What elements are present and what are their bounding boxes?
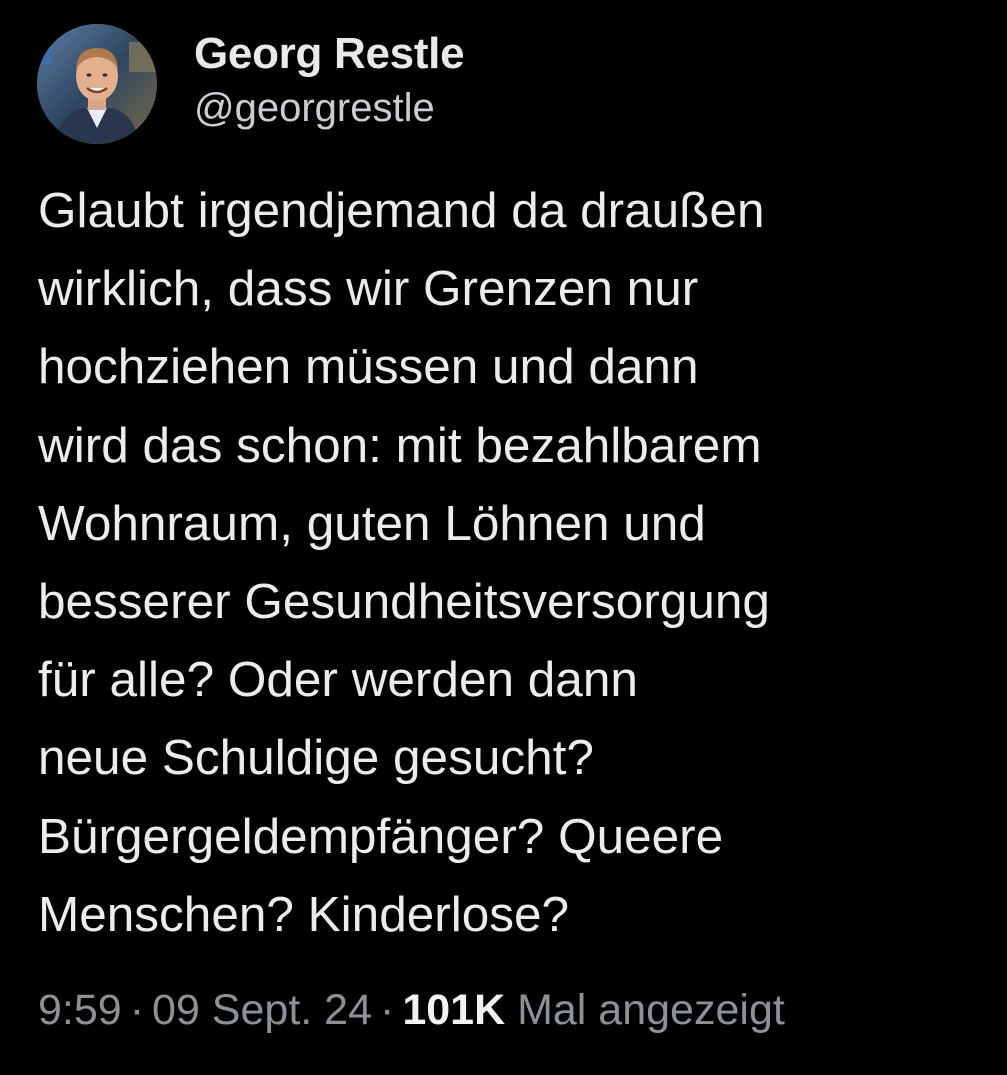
views-label: Mal angezeigt: [517, 986, 785, 1034]
author-display-name[interactable]: Georg Restle: [194, 28, 465, 80]
tweet-header: Georg Restle @georgrestle: [37, 24, 465, 148]
tweet-time[interactable]: 9:59: [38, 986, 122, 1034]
views-count[interactable]: 101K: [402, 986, 505, 1034]
avatar[interactable]: [37, 24, 157, 144]
author-names: Georg Restle @georgrestle: [194, 28, 465, 134]
profile-photo-icon: [37, 24, 157, 144]
tweet-card: Georg Restle @georgrestle Glaubt irgendj…: [0, 0, 1007, 1075]
tweet-meta: 9:59 · 09 Sept. 24 · 101K Mal angezeigt: [38, 980, 785, 1040]
author-handle[interactable]: @georgrestle: [194, 82, 464, 134]
tweet-text: Glaubt irgendjemand da draußen wirklich,…: [38, 183, 770, 942]
meta-separator: ·: [129, 986, 145, 1034]
tweet-date[interactable]: 09 Sept. 24: [152, 986, 372, 1034]
meta-separator: ·: [380, 986, 395, 1034]
